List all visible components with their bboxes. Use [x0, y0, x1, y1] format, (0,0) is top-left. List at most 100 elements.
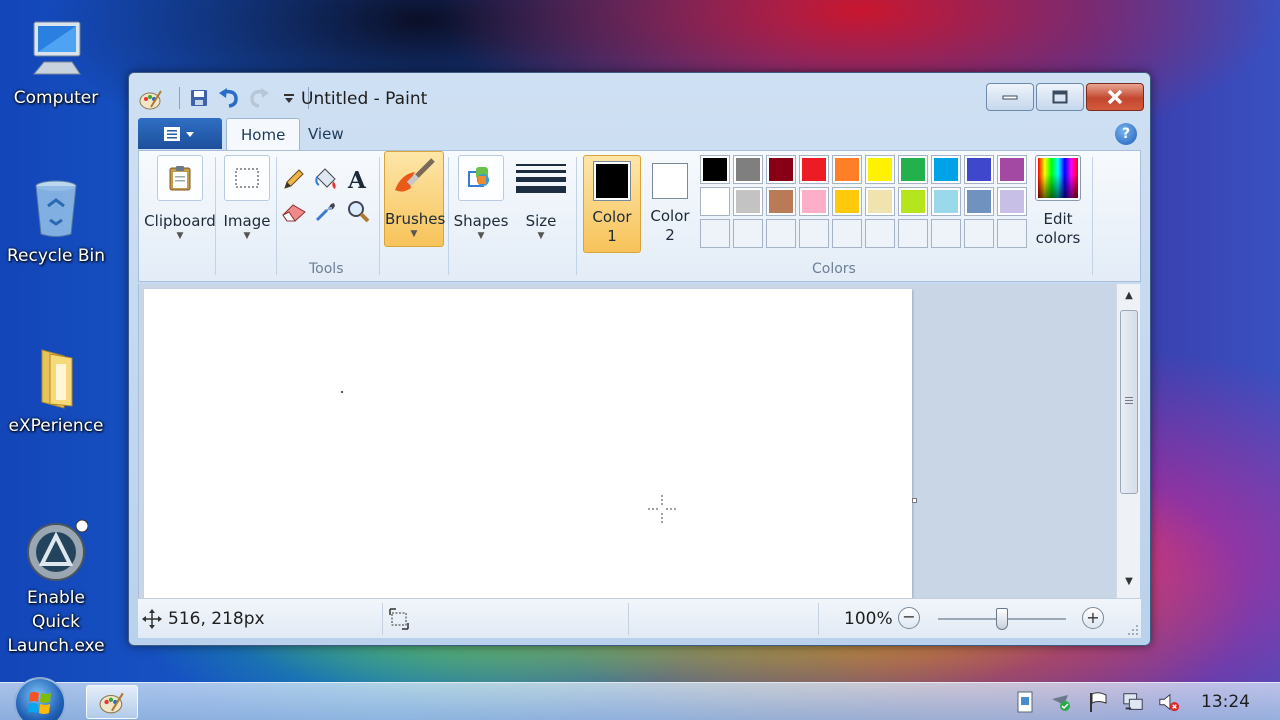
brushes-label: Brushes	[385, 210, 446, 228]
drawing-canvas[interactable]	[144, 289, 912, 601]
undo-icon[interactable]	[218, 87, 240, 109]
minimize-button[interactable]	[986, 83, 1034, 111]
palette-color-swatch[interactable]	[931, 155, 961, 184]
customize-qat-icon[interactable]	[278, 87, 300, 109]
save-icon[interactable]	[188, 87, 210, 109]
desktop-icon-label-line2: Launch.exe	[7, 636, 105, 656]
shapes-icon	[458, 155, 504, 201]
palette-color-swatch[interactable]	[865, 155, 895, 184]
clipboard-button[interactable]: Clipboard ▼	[144, 155, 216, 241]
palette-custom-slot[interactable]	[733, 219, 763, 248]
paint-app-icon[interactable]	[139, 87, 163, 111]
security-tray-icon[interactable]	[1050, 691, 1072, 713]
image-button[interactable]: Image ▼	[219, 155, 275, 241]
desktop-icon-recycle-bin[interactable]: Recycle Bin	[1, 176, 111, 268]
paint-window: Untitled - Paint Home View ? Clipboard ▼…	[128, 72, 1151, 646]
color2-label-line1: Color	[650, 207, 690, 225]
eraser-icon[interactable]	[279, 197, 309, 225]
palette-color-swatch[interactable]	[898, 155, 928, 184]
shapes-button[interactable]: Shapes ▼	[452, 155, 510, 241]
palette-color-swatch[interactable]	[799, 187, 829, 216]
zoom-in-icon: +	[1086, 608, 1100, 627]
windows-logo-icon	[28, 692, 51, 714]
paint-menu-button[interactable]	[138, 118, 222, 149]
palette-custom-slot[interactable]	[964, 219, 994, 248]
palette-color-swatch[interactable]	[898, 187, 928, 216]
tools-grid: A	[279, 165, 373, 225]
zoom-in-button[interactable]: +	[1082, 607, 1104, 629]
palette-custom-slot[interactable]	[700, 219, 730, 248]
taskbar-paint-button[interactable]	[86, 685, 138, 719]
palette-custom-slot[interactable]	[865, 219, 895, 248]
pencil-icon[interactable]	[279, 165, 309, 193]
color-picker-icon[interactable]	[311, 197, 341, 225]
close-button[interactable]	[1086, 83, 1144, 111]
redo-icon[interactable]	[248, 87, 270, 109]
size-button[interactable]: Size ▼	[511, 155, 571, 241]
scroll-thumb[interactable]	[1120, 310, 1138, 494]
clipboard-label: Clipboard	[144, 212, 216, 230]
volume-muted-icon[interactable]	[1158, 691, 1180, 713]
scroll-down-icon[interactable]: ▼	[1117, 576, 1141, 587]
group-divider	[215, 157, 216, 275]
palette-color-swatch[interactable]	[700, 155, 730, 184]
palette-color-swatch[interactable]	[964, 187, 994, 216]
palette-custom-slot[interactable]	[799, 219, 829, 248]
edit-colors-icon	[1035, 155, 1081, 201]
folder-icon	[24, 346, 88, 410]
palette-color-swatch[interactable]	[733, 187, 763, 216]
text-icon[interactable]: A	[343, 165, 373, 193]
desktop-icon-experience[interactable]: eXPerience	[1, 346, 111, 438]
network-tray-icon[interactable]	[1122, 691, 1144, 713]
palette-color-swatch[interactable]	[931, 187, 961, 216]
palette-custom-slot[interactable]	[931, 219, 961, 248]
zoom-slider[interactable]	[938, 608, 1066, 630]
palette-color-swatch[interactable]	[700, 187, 730, 216]
desktop-icon-computer[interactable]: Computer	[1, 18, 111, 110]
brushes-button[interactable]: Brushes ▼	[384, 151, 446, 247]
document-tray-icon[interactable]	[1014, 691, 1036, 713]
group-divider	[379, 157, 380, 275]
color1-button[interactable]: Color 1	[583, 155, 641, 253]
zoom-slider-thumb[interactable]	[996, 608, 1008, 630]
select-icon	[224, 155, 270, 201]
tab-view[interactable]: View	[294, 118, 358, 151]
magnifier-icon[interactable]	[343, 197, 373, 225]
palette-custom-slot[interactable]	[832, 219, 862, 248]
palette-color-swatch[interactable]	[799, 155, 829, 184]
palette-color-swatch[interactable]	[865, 187, 895, 216]
zoom-out-button[interactable]: −	[898, 607, 920, 629]
start-button[interactable]	[14, 677, 66, 720]
palette-color-swatch[interactable]	[733, 155, 763, 184]
edit-colors-button[interactable]: Edit colors	[1028, 155, 1088, 247]
palette-custom-slot[interactable]	[766, 219, 796, 248]
palette-color-swatch[interactable]	[832, 155, 862, 184]
quick-access-toolbar	[179, 87, 309, 109]
palette-color-swatch[interactable]	[832, 187, 862, 216]
resize-grip-icon[interactable]	[1127, 624, 1139, 636]
maximize-button[interactable]	[1036, 83, 1084, 111]
scroll-up-icon[interactable]: ▲	[1117, 290, 1141, 301]
canvas-resize-handle[interactable]	[912, 498, 917, 503]
palette-color-swatch[interactable]	[997, 155, 1027, 184]
palette-color-swatch[interactable]	[766, 155, 796, 184]
palette-color-swatch[interactable]	[766, 187, 796, 216]
palette-color-swatch[interactable]	[997, 187, 1027, 216]
title-bar[interactable]: Untitled - Paint	[129, 73, 1150, 117]
taskbar-clock[interactable]: 13:24	[1201, 692, 1250, 712]
status-divider	[628, 603, 629, 635]
fill-icon[interactable]	[311, 165, 341, 193]
desktop-icon-enable-quick-launch[interactable]: Enable Quick Launch.exe	[1, 518, 111, 658]
color2-button[interactable]: Color 2	[641, 155, 699, 253]
palette-custom-slot[interactable]	[898, 219, 928, 248]
group-divider	[276, 157, 277, 275]
tab-home[interactable]: Home	[226, 118, 301, 151]
help-icon[interactable]: ?	[1115, 123, 1137, 145]
palette-color-swatch[interactable]	[964, 155, 994, 184]
action-center-flag-icon[interactable]	[1087, 691, 1109, 713]
recycle-bin-icon	[24, 176, 88, 240]
image-label: Image	[223, 212, 271, 230]
palette-custom-slot[interactable]	[997, 219, 1027, 248]
vertical-scrollbar[interactable]: ▲ ▼	[1116, 284, 1140, 598]
edit-colors-line1: Edit	[1043, 210, 1073, 228]
